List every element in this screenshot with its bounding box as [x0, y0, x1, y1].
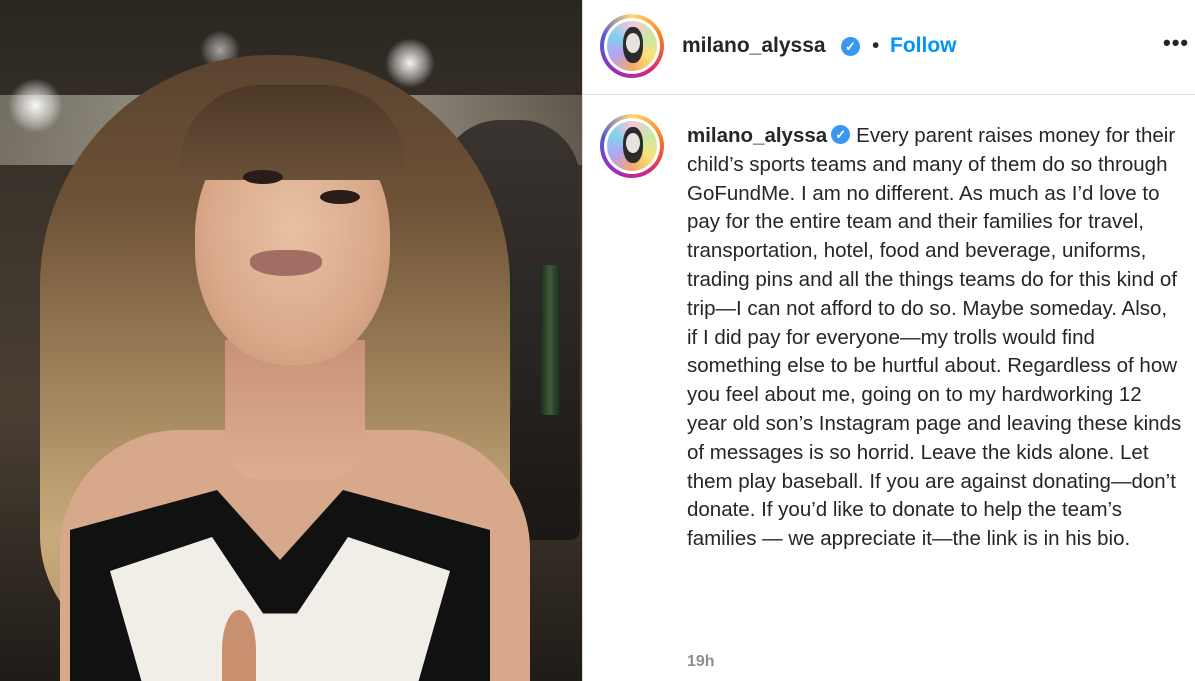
dress-cutout [222, 610, 256, 681]
separator-dot: • [872, 34, 880, 57]
eye [243, 170, 283, 184]
avatar-ring [604, 18, 660, 74]
more-options-icon[interactable]: ••• [1163, 30, 1189, 56]
follow-button[interactable]: Follow [890, 34, 957, 58]
eye [320, 190, 360, 204]
post-header: milano_alyssa ✓ • Follow ••• [583, 0, 1195, 95]
lips [250, 250, 322, 276]
caption-text: Every parent raises money for their chil… [687, 124, 1182, 551]
avatar[interactable] [600, 14, 664, 78]
post-timestamp[interactable]: 19h [687, 653, 715, 671]
instagram-post: milano_alyssa ✓ • Follow ••• milano_alys… [583, 0, 1195, 681]
caption-avatar[interactable] [600, 114, 664, 178]
bangs [180, 85, 405, 180]
post-caption: milano_alyssa ✓ Every parent raises money … [687, 122, 1183, 554]
caption-username-link[interactable]: milano_alyssa [687, 124, 827, 147]
verified-badge-icon: ✓ [831, 125, 851, 145]
post-photo [0, 0, 582, 681]
bokeh-light [385, 38, 435, 88]
avatar-ring [604, 118, 660, 174]
bottle [540, 265, 560, 415]
bokeh-light [8, 78, 63, 133]
avatar-image [607, 21, 657, 71]
avatar-image [607, 121, 657, 171]
verified-badge-icon: ✓ [841, 37, 860, 56]
username-link[interactable]: milano_alyssa [682, 34, 826, 58]
